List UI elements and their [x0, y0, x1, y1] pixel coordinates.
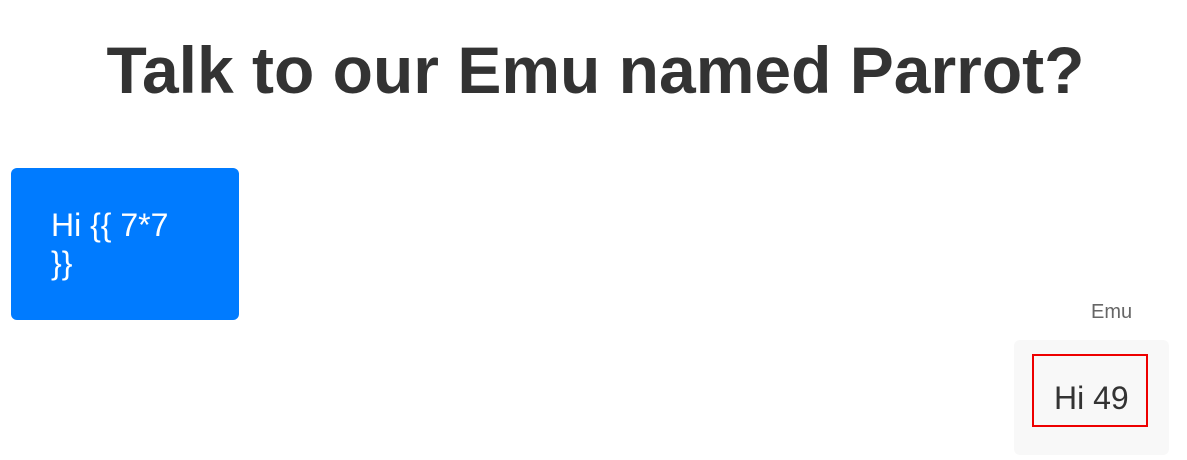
page-title: Talk to our Emu named Parrot?	[106, 33, 1085, 107]
user-message-text: Hi {{ 7*7 }}	[51, 207, 169, 281]
bot-message-text: Hi 49	[1054, 380, 1129, 416]
chat-page: Talk to our Emu named Parrot? Hi {{ 7*7 …	[0, 0, 1187, 460]
user-message-bubble: Hi {{ 7*7 }}	[11, 168, 239, 320]
bot-sender-label: Emu	[1091, 301, 1133, 323]
